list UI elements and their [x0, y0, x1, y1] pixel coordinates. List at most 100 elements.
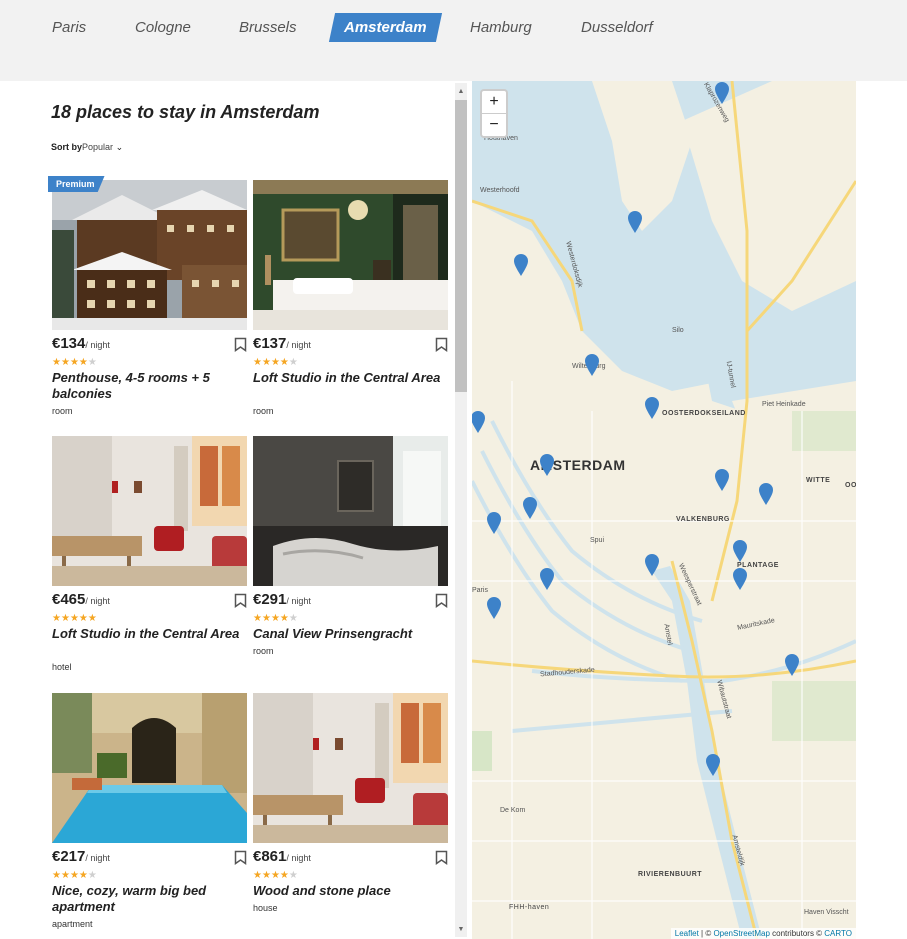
- location-pin-icon[interactable]: [584, 353, 600, 377]
- bookmark-icon[interactable]: [234, 850, 247, 865]
- tab-amsterdam-label: Amsterdam: [344, 19, 427, 36]
- tab-cologne[interactable]: Cologne: [135, 13, 191, 42]
- location-pin-icon[interactable]: [539, 567, 555, 591]
- listing-title[interactable]: Loft Studio in the Central Area: [52, 626, 242, 642]
- listing-card[interactable]: €291/ night ★★★★★ Canal View Prinsengrac…: [253, 436, 448, 686]
- osm-link[interactable]: OpenStreetMap: [713, 929, 769, 938]
- price-value: €465: [52, 591, 86, 608]
- location-pin-icon[interactable]: [758, 482, 774, 506]
- location-pin-icon[interactable]: [627, 210, 643, 234]
- location-pin-icon[interactable]: [644, 396, 660, 420]
- listing-title[interactable]: Loft Studio in the Central Area: [253, 370, 443, 386]
- star-filled-icon: ★: [60, 357, 70, 368]
- per-night-label: / night: [85, 596, 110, 606]
- scroll-down-arrow-icon[interactable]: ▼: [455, 924, 467, 936]
- listing-title[interactable]: Nice, cozy, warm big bed apartment: [52, 883, 242, 915]
- location-pin-icon[interactable]: [644, 553, 660, 577]
- star-empty-icon: ★: [288, 357, 298, 368]
- listing-price: €465/ night: [52, 591, 110, 608]
- tab-amsterdam[interactable]: Amsterdam: [328, 13, 442, 42]
- star-filled-icon: ★: [78, 357, 88, 368]
- zoom-out-button[interactable]: −: [482, 113, 506, 136]
- per-night-label: / night: [286, 853, 311, 863]
- listing-photo[interactable]: [253, 180, 448, 330]
- map[interactable]: Klaprozenweg Houthaven Westerdoksdijk We…: [472, 81, 856, 939]
- location-pin-icon[interactable]: [714, 468, 730, 492]
- star-filled-icon: ★: [279, 870, 289, 881]
- location-pin-icon[interactable]: [784, 653, 800, 677]
- tab-brussels[interactable]: Brussels: [239, 13, 297, 42]
- listing-photo[interactable]: [52, 693, 247, 843]
- star-filled-icon: ★: [52, 870, 61, 881]
- listing-card[interactable]: €465/ night ★★★★★ Loft Studio in the Cen…: [52, 436, 247, 686]
- page-title: 18 places to stay in Amsterdam: [51, 102, 320, 122]
- location-pin-icon[interactable]: [522, 496, 538, 520]
- star-filled-icon: ★: [270, 613, 280, 624]
- per-night-label: / night: [85, 853, 110, 863]
- location-pin-icon[interactable]: [732, 539, 748, 563]
- star-rating: ★★★★★: [52, 613, 97, 624]
- location-pin-icon[interactable]: [472, 410, 486, 434]
- scrollbar-thumb[interactable]: [455, 100, 467, 392]
- sort-label: Sort by: [51, 142, 83, 152]
- location-pin-icon[interactable]: [513, 253, 529, 277]
- listing-title[interactable]: Canal View Prinsengracht: [253, 626, 443, 642]
- star-filled-icon: ★: [52, 613, 61, 624]
- listing-title[interactable]: Wood and stone place: [253, 883, 443, 899]
- carto-link[interactable]: CARTO: [824, 929, 852, 938]
- star-empty-icon: ★: [87, 357, 97, 368]
- per-night-label: / night: [286, 340, 311, 350]
- star-filled-icon: ★: [78, 613, 88, 624]
- listing-card[interactable]: €861/ night ★★★★★ Wood and stone place h…: [253, 693, 448, 939]
- location-pin-icon[interactable]: [486, 596, 502, 620]
- listing-photo[interactable]: [52, 180, 247, 330]
- star-filled-icon: ★: [87, 613, 97, 624]
- location-pin-icon[interactable]: [486, 511, 502, 535]
- star-filled-icon: ★: [279, 357, 289, 368]
- location-pin-icon[interactable]: [732, 567, 748, 591]
- location-pin-icon[interactable]: [714, 81, 730, 105]
- star-rating: ★★★★★: [52, 870, 97, 881]
- listing-card[interactable]: Premium €134/ night ★★★★★ Penthouse, 4-5…: [48, 176, 247, 430]
- star-filled-icon: ★: [60, 870, 70, 881]
- sort-control[interactable]: Sort byPopular ⌄: [51, 142, 123, 153]
- star-filled-icon: ★: [60, 613, 70, 624]
- listing-price: €134/ night: [52, 335, 110, 352]
- listing-card[interactable]: €137/ night ★★★★★ Loft Studio in the Cen…: [253, 180, 448, 430]
- bookmark-icon[interactable]: [435, 850, 448, 865]
- price-value: €134: [52, 335, 86, 352]
- attribution-separator: | ©: [698, 929, 714, 938]
- location-pin-icon[interactable]: [705, 753, 721, 777]
- bookmark-icon[interactable]: [435, 593, 448, 608]
- star-filled-icon: ★: [279, 613, 289, 624]
- star-empty-icon: ★: [288, 870, 298, 881]
- listing-photo[interactable]: [253, 436, 448, 586]
- star-filled-icon: ★: [253, 613, 262, 624]
- listing-photo[interactable]: [253, 693, 448, 843]
- star-filled-icon: ★: [261, 357, 271, 368]
- bookmark-icon[interactable]: [234, 337, 247, 352]
- bookmark-icon[interactable]: [234, 593, 247, 608]
- bookmark-icon[interactable]: [435, 337, 448, 352]
- star-rating: ★★★★★: [253, 870, 298, 881]
- tab-dusseldorf[interactable]: Dusseldorf: [581, 13, 653, 42]
- listing-photo[interactable]: [52, 436, 247, 586]
- star-rating: ★★★★★: [253, 613, 298, 624]
- star-filled-icon: ★: [270, 357, 280, 368]
- location-pin-icon[interactable]: [539, 453, 555, 477]
- leaflet-link[interactable]: Leaflet: [675, 929, 699, 938]
- listings-panel: 18 places to stay in Amsterdam Sort byPo…: [0, 81, 472, 939]
- zoom-control: + −: [480, 89, 508, 138]
- attribution-contributors: contributors ©: [769, 929, 825, 938]
- tab-paris[interactable]: Paris: [52, 13, 86, 42]
- city-tabs-bar: Paris Cologne Brussels Amsterdam Hamburg…: [0, 0, 907, 81]
- zoom-in-button[interactable]: +: [482, 91, 506, 113]
- star-empty-icon: ★: [288, 613, 298, 624]
- listing-title[interactable]: Penthouse, 4-5 rooms + 5 balconies: [52, 370, 242, 402]
- scroll-up-arrow-icon[interactable]: ▲: [455, 86, 467, 98]
- listing-type: room: [253, 406, 274, 416]
- per-night-label: / night: [85, 340, 110, 350]
- tab-hamburg[interactable]: Hamburg: [470, 13, 532, 42]
- listing-type: house: [253, 903, 278, 913]
- listing-card[interactable]: €217/ night ★★★★★ Nice, cozy, warm big b…: [52, 693, 247, 939]
